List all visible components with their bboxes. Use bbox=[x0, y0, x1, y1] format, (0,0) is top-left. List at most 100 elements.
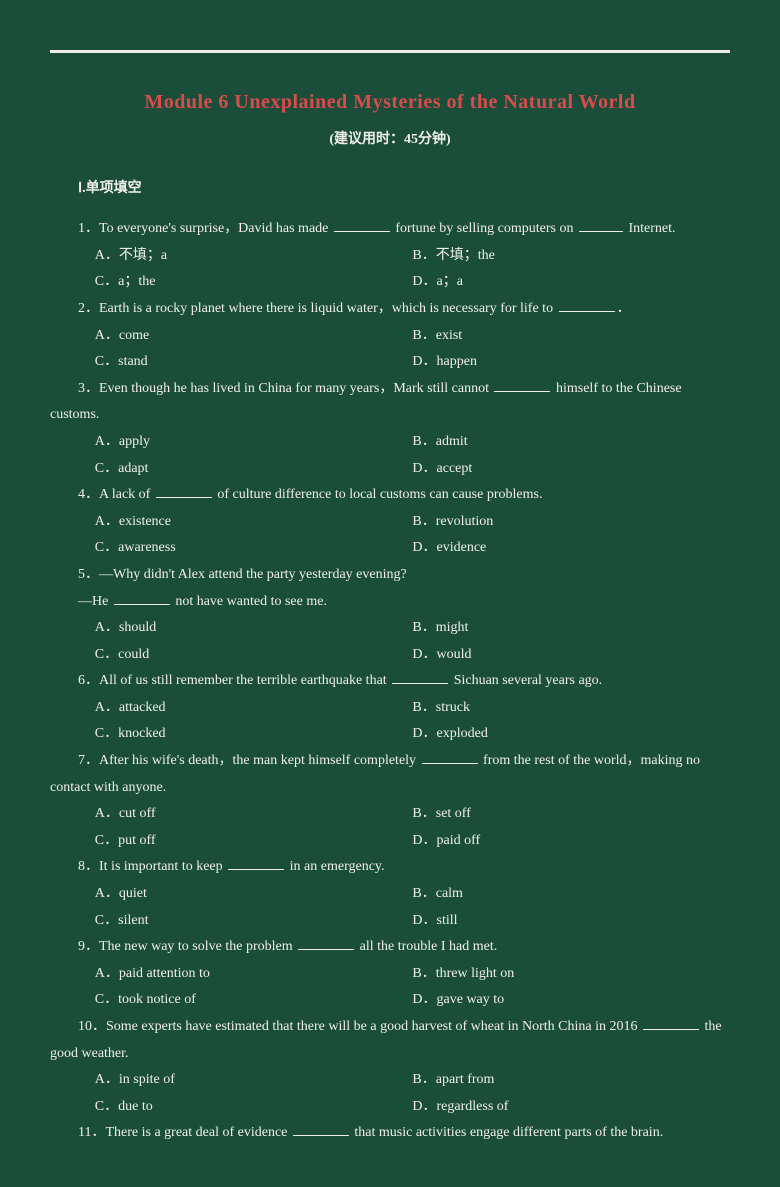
question-2: 2．Earth is a rocky planet where there is… bbox=[50, 296, 730, 323]
q6-opt-c: C．knocked bbox=[95, 721, 413, 748]
q10-opt-d: D．regardless of bbox=[412, 1094, 730, 1121]
q6-stem-a: 6．All of us still remember the terrible … bbox=[78, 673, 390, 688]
q9-stem-a: 9．The new way to solve the problem bbox=[78, 939, 296, 954]
q7-opt-b: B．set off bbox=[412, 801, 730, 828]
q1-stem-c: Internet. bbox=[625, 221, 676, 236]
q9-stem-b: all the trouble I had met. bbox=[356, 939, 497, 954]
q8-opt-d: D．still bbox=[412, 908, 730, 935]
section-1-heading: Ⅰ.单项填空 bbox=[50, 176, 730, 203]
q4-opt-d: D．evidence bbox=[412, 535, 730, 562]
time-suggestion: (建议用时：45分钟) bbox=[50, 127, 730, 154]
blank bbox=[298, 936, 354, 950]
q1-opt-b: B．不填；the bbox=[412, 243, 730, 270]
q3-opt-b: B．admit bbox=[412, 429, 730, 456]
q7-opt-a: A．cut off bbox=[95, 801, 413, 828]
q9-opt-a: A．paid attention to bbox=[95, 961, 413, 988]
q4-opt-c: C．awareness bbox=[95, 535, 413, 562]
blank bbox=[422, 750, 478, 764]
q5-opt-c: C．could bbox=[95, 642, 413, 669]
q10-opt-a: A．in spite of bbox=[95, 1067, 413, 1094]
blank bbox=[643, 1016, 699, 1030]
q9-opt-c: C．took notice of bbox=[95, 987, 413, 1014]
q5-opt-b: B．might bbox=[412, 615, 730, 642]
q1-stem-a: 1．To everyone's surprise，David has made bbox=[78, 221, 332, 236]
q6-options-row2: C．knocked D．exploded bbox=[50, 721, 730, 748]
question-3: 3．Even though he has lived in China for … bbox=[50, 376, 730, 429]
q8-opt-c: C．silent bbox=[95, 908, 413, 935]
q5-stem-b: not have wanted to see me. bbox=[172, 594, 327, 609]
q8-stem-a: 8．It is important to keep bbox=[78, 859, 226, 874]
blank bbox=[559, 298, 615, 312]
q4-opt-b: B．revolution bbox=[412, 509, 730, 536]
question-6: 6．All of us still remember the terrible … bbox=[50, 668, 730, 695]
q2-opt-b: B．exist bbox=[412, 323, 730, 350]
blank bbox=[228, 856, 284, 870]
page-container: Module 6 Unexplained Mysteries of the Na… bbox=[0, 0, 780, 1187]
module-title: Module 6 Unexplained Mysteries of the Na… bbox=[50, 83, 730, 121]
q8-stem-b: in an emergency. bbox=[286, 859, 384, 874]
q1-opt-a: A．不填；a bbox=[95, 243, 413, 270]
q4-opt-a: A．existence bbox=[95, 509, 413, 536]
q9-opt-b: B．threw light on bbox=[412, 961, 730, 988]
q3-options-row2: C．adapt D．accept bbox=[50, 456, 730, 483]
q2-stem-a: 2．Earth is a rocky planet where there is… bbox=[78, 301, 557, 316]
q8-opt-a: A．quiet bbox=[95, 881, 413, 908]
q11-stem-b: that music activities engage different p… bbox=[351, 1125, 663, 1140]
q10-stem-a: 10．Some experts have estimated that ther… bbox=[78, 1019, 641, 1034]
q5-opt-d: D．would bbox=[412, 642, 730, 669]
q2-opt-c: C．stand bbox=[95, 349, 413, 376]
q6-options: A．attacked B．struck bbox=[50, 695, 730, 722]
q5-opt-a: A．should bbox=[95, 615, 413, 642]
blank bbox=[156, 484, 212, 498]
question-5-line1: 5．—Why didn't Alex attend the party yest… bbox=[50, 562, 730, 589]
q3-opt-c: C．adapt bbox=[95, 456, 413, 483]
q5-stem-a: —He bbox=[78, 594, 112, 609]
question-8: 8．It is important to keep in an emergenc… bbox=[50, 854, 730, 881]
blank bbox=[293, 1122, 349, 1136]
q4-options: A．existence B．revolution bbox=[50, 509, 730, 536]
question-10: 10．Some experts have estimated that ther… bbox=[50, 1014, 730, 1067]
q6-stem-b: Sichuan several years ago. bbox=[450, 673, 602, 688]
q7-opt-c: C．put off bbox=[95, 828, 413, 855]
q7-options: A．cut off B．set off bbox=[50, 801, 730, 828]
q4-options-row2: C．awareness D．evidence bbox=[50, 535, 730, 562]
q2-options-row2: C．stand D．happen bbox=[50, 349, 730, 376]
q6-opt-b: B．struck bbox=[412, 695, 730, 722]
blank bbox=[392, 670, 448, 684]
q8-options: A．quiet B．calm bbox=[50, 881, 730, 908]
blank bbox=[494, 377, 550, 391]
q1-stem-b: fortune by selling computers on bbox=[392, 221, 577, 236]
q1-options: A．不填；a B．不填；the bbox=[50, 243, 730, 270]
question-11: 11．There is a great deal of evidence tha… bbox=[50, 1120, 730, 1147]
q4-stem-b: of culture difference to local customs c… bbox=[214, 487, 543, 502]
q11-stem-a: 11．There is a great deal of evidence bbox=[78, 1125, 291, 1140]
question-4: 4．A lack of of culture difference to loc… bbox=[50, 482, 730, 509]
q5-options: A．should B．might bbox=[50, 615, 730, 642]
q9-options-row2: C．took notice of D．gave way to bbox=[50, 987, 730, 1014]
q2-stem-b: ． bbox=[617, 301, 631, 316]
q2-opt-a: A．come bbox=[95, 323, 413, 350]
q7-opt-d: D．paid off bbox=[412, 828, 730, 855]
blank bbox=[579, 218, 623, 232]
question-9: 9．The new way to solve the problem all t… bbox=[50, 934, 730, 961]
q9-options: A．paid attention to B．threw light on bbox=[50, 961, 730, 988]
blank bbox=[114, 590, 170, 604]
blank bbox=[334, 218, 390, 232]
q3-options: A．apply B．admit bbox=[50, 429, 730, 456]
q10-options: A．in spite of B．apart from bbox=[50, 1067, 730, 1094]
q3-opt-d: D．accept bbox=[412, 456, 730, 483]
q6-opt-a: A．attacked bbox=[95, 695, 413, 722]
q7-stem-a: 7．After his wife's death，the man kept hi… bbox=[78, 753, 420, 768]
q8-opt-b: B．calm bbox=[412, 881, 730, 908]
q7-options-row2: C．put off D．paid off bbox=[50, 828, 730, 855]
q1-opt-d: D．a；a bbox=[412, 269, 730, 296]
q2-opt-d: D．happen bbox=[412, 349, 730, 376]
top-rule bbox=[50, 50, 730, 53]
q5-options-row2: C．could D．would bbox=[50, 642, 730, 669]
q1-opt-c: C．a；the bbox=[95, 269, 413, 296]
q3-stem-a: 3．Even though he has lived in China for … bbox=[78, 381, 492, 396]
question-1: 1．To everyone's surprise，David has made … bbox=[50, 216, 730, 243]
q4-stem-a: 4．A lack of bbox=[78, 487, 154, 502]
q1-options-row2: C．a；the D．a；a bbox=[50, 269, 730, 296]
q10-opt-c: C．due to bbox=[95, 1094, 413, 1121]
